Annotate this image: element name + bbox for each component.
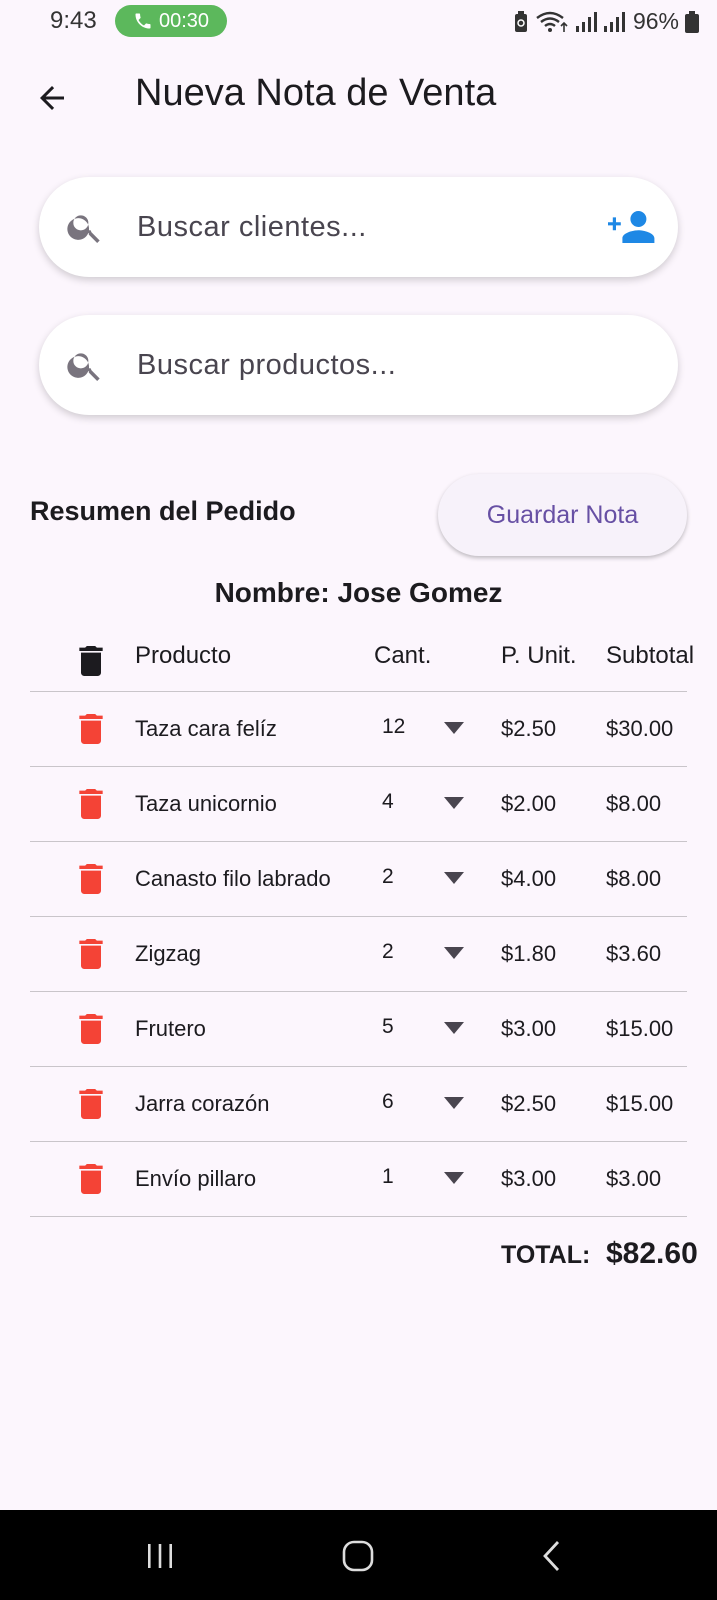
status-icons: 96% — [513, 8, 699, 35]
product-name: Canasto filo labrado — [135, 866, 331, 891]
delete-icon[interactable] — [78, 864, 104, 894]
table-header: Producto Cant. P. Unit. Subtotal — [30, 630, 694, 692]
client-search-bar[interactable] — [39, 177, 678, 277]
add-person-icon[interactable] — [608, 207, 656, 247]
arrow-left-icon — [40, 86, 64, 110]
phone-icon — [135, 13, 151, 29]
subtotal: $3.60 — [606, 941, 662, 966]
delete-icon[interactable] — [78, 1089, 104, 1119]
quantity-value[interactable]: 12 — [382, 715, 405, 739]
unit-price: $2.50 — [501, 716, 557, 741]
chevron-down-icon[interactable] — [444, 1172, 464, 1184]
delete-icon[interactable] — [78, 1014, 104, 1044]
signal-icon — [575, 11, 597, 32]
chevron-down-icon[interactable] — [444, 722, 464, 734]
search-icon — [67, 353, 100, 381]
header-unit-price: P. Unit. — [501, 642, 577, 669]
product-name: Frutero — [135, 1016, 206, 1041]
product-search-input[interactable] — [137, 315, 577, 415]
battery-saver-icon — [514, 10, 527, 32]
quantity-value[interactable]: 1 — [382, 1165, 394, 1189]
call-timer: 00:30 — [158, 9, 210, 32]
chevron-down-icon[interactable] — [444, 797, 464, 809]
status-bar: 9:43 00:30 96% — [0, 0, 717, 44]
product-name: Jarra corazón — [135, 1091, 270, 1116]
table-row: Taza cara felíz 12 $2.50 $30.00 — [30, 692, 687, 767]
search-icon — [67, 215, 100, 243]
table-row: Frutero 5 $3.00 $15.00 — [30, 992, 687, 1067]
system-nav-bar — [0, 1510, 717, 1600]
wifi-icon — [536, 11, 568, 32]
subtotal: $8.00 — [606, 791, 662, 816]
order-summary-title: Resumen del Pedido — [30, 496, 296, 526]
chevron-down-icon[interactable] — [444, 947, 464, 959]
table-row: Zigzag 2 $1.80 $3.60 — [30, 917, 687, 992]
unit-price: $3.00 — [501, 1016, 557, 1041]
product-name: Envío pillaro — [135, 1166, 257, 1191]
product-name: Taza unicornio — [135, 791, 277, 816]
chevron-down-icon[interactable] — [444, 872, 464, 884]
product-name: Zigzag — [135, 941, 202, 966]
delete-icon[interactable] — [78, 939, 104, 969]
battery-icon — [685, 10, 699, 33]
delete-icon[interactable] — [78, 1164, 104, 1194]
quantity-value[interactable]: 5 — [382, 1015, 394, 1039]
product-search-bar[interactable] — [39, 315, 678, 415]
chevron-left-icon — [543, 1541, 560, 1571]
chevron-down-icon[interactable] — [444, 1022, 464, 1034]
delete-all-icon[interactable] — [78, 645, 104, 676]
quantity-value[interactable]: 2 — [382, 865, 394, 889]
delete-icon[interactable] — [78, 789, 104, 819]
quantity-value[interactable]: 6 — [382, 1090, 394, 1114]
subtotal: $3.00 — [606, 1166, 662, 1191]
header-qty: Cant. — [374, 642, 432, 669]
app-bar: Nueva Nota de Venta — [0, 56, 717, 136]
recent-apps-button[interactable] — [138, 1534, 182, 1578]
subtotal: $8.00 — [606, 866, 662, 891]
subtotal: $30.00 — [606, 716, 674, 741]
save-note-button[interactable]: Guardar Nota — [438, 474, 687, 556]
product-name: Taza cara felíz — [135, 716, 277, 741]
unit-price: $1.80 — [501, 941, 557, 966]
order-table: Producto Cant. P. Unit. Subtotal Taza ca… — [30, 630, 694, 1217]
delete-icon[interactable] — [78, 714, 104, 744]
quantity-value[interactable]: 2 — [382, 940, 394, 964]
page-title: Nueva Nota de Venta — [135, 72, 497, 114]
unit-price: $2.50 — [501, 1091, 557, 1116]
total-label: TOTAL: — [501, 1241, 591, 1269]
home-icon — [342, 1540, 374, 1572]
subtotal: $15.00 — [606, 1016, 674, 1041]
total-value: $82.60 — [606, 1237, 698, 1270]
unit-price: $2.00 — [501, 791, 557, 816]
chevron-down-icon[interactable] — [444, 1097, 464, 1109]
customer-name: Nombre: Jose Gomez — [214, 577, 503, 608]
back-nav-button[interactable] — [530, 1534, 574, 1578]
battery-percent: 96% — [632, 8, 679, 34]
subtotal: $15.00 — [606, 1091, 674, 1116]
table-row: Jarra corazón 6 $2.50 $15.00 — [30, 1067, 687, 1142]
table-row: Canasto filo labrado 2 $4.00 $8.00 — [30, 842, 687, 917]
table-row: Envío pillaro 1 $3.00 $3.00 — [30, 1142, 687, 1217]
header-product: Producto — [135, 642, 232, 669]
home-button[interactable] — [336, 1534, 380, 1578]
unit-price: $4.00 — [501, 866, 557, 891]
unit-price: $3.00 — [501, 1166, 557, 1191]
header-subtotal: Subtotal — [606, 642, 695, 669]
ongoing-call-chip[interactable]: 00:30 — [115, 5, 227, 37]
signal-icon-2 — [603, 11, 625, 32]
client-search-input[interactable] — [137, 177, 577, 277]
table-row: Taza unicornio 4 $2.00 $8.00 — [30, 767, 687, 842]
back-button[interactable] — [28, 74, 76, 122]
recents-icon — [148, 1544, 172, 1568]
quantity-value[interactable]: 4 — [382, 790, 394, 814]
status-time: 9:43 — [50, 7, 97, 34]
